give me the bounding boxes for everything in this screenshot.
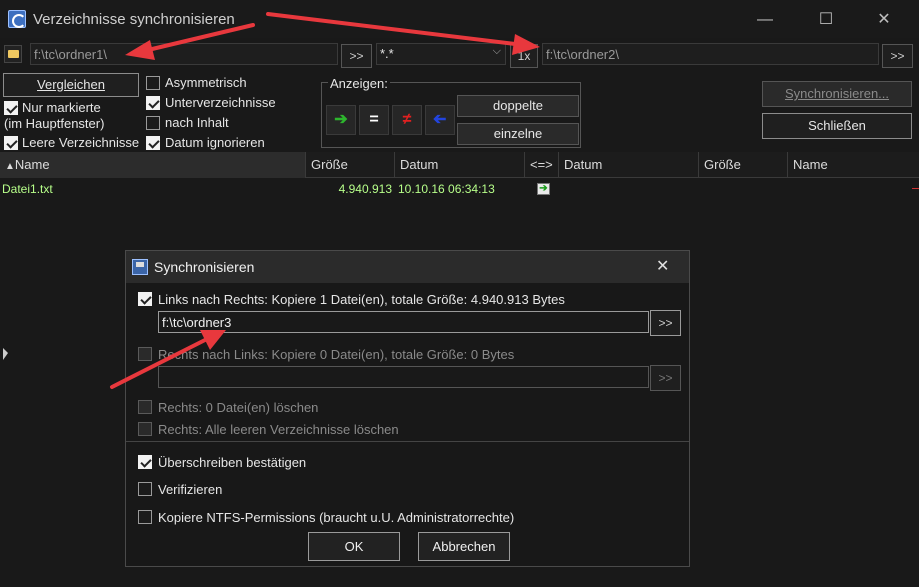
col-size-right[interactable]: Größe xyxy=(699,152,788,178)
show-right-newer-button[interactable]: ➔ xyxy=(425,105,455,135)
close-window-button[interactable]: ✕ xyxy=(861,6,907,34)
title-bar: Verzeichnisse synchronisieren — ☐ ✕ xyxy=(0,0,919,38)
not-equal-icon: ≠ xyxy=(402,111,412,128)
mouse-cursor-icon xyxy=(3,348,8,360)
only-marked-sublabel: (im Hauptfenster) xyxy=(4,116,105,131)
rtl-checkbox[interactable] xyxy=(138,347,152,361)
subdirs-checkbox[interactable] xyxy=(146,96,160,110)
delete-empty-right-checkbox[interactable] xyxy=(138,422,152,436)
by-content-checkbox[interactable] xyxy=(146,116,160,130)
show-unequal-button[interactable]: ≠ xyxy=(392,105,422,135)
table-row[interactable]: Datei1.txt 4.940.913 10.10.16 06:34:13 ➔ xyxy=(0,180,919,198)
empty-dirs-checkbox[interactable] xyxy=(4,136,18,150)
synchronize-button-label: Synchronisieren... xyxy=(784,86,890,101)
synchronize-button[interactable]: Synchronisieren... xyxy=(762,81,912,107)
window-title: Verzeichnisse synchronisieren xyxy=(33,11,235,28)
col-size-left[interactable]: Größe xyxy=(306,152,395,178)
filter-select[interactable]: *.* ⌵ xyxy=(376,43,506,65)
ltr-label: Links nach Rechts: Kopiere 1 Datei(en), … xyxy=(158,292,565,307)
ltr-checkbox[interactable] xyxy=(138,292,152,306)
floppy-disk-icon xyxy=(132,259,148,275)
only-marked-checkbox[interactable] xyxy=(4,101,18,115)
col-name-left[interactable]: ▲Name xyxy=(0,152,306,178)
sync-dialog: Synchronisieren ✕ Links nach Rechts: Kop… xyxy=(125,250,690,567)
rtl-label: Rechts nach Links: Kopiere 0 Datei(en), … xyxy=(158,347,515,362)
one-x-button[interactable]: 1x xyxy=(510,44,538,68)
singles-button[interactable]: einzelne xyxy=(457,123,579,145)
ignore-date-checkbox[interactable] xyxy=(146,136,160,150)
compare-button[interactable]: Vergleichen xyxy=(3,73,139,97)
show-group-label: Anzeigen: xyxy=(328,76,390,91)
col-name-left-label: Name xyxy=(14,157,50,172)
arrow-right-icon: ➔ xyxy=(334,111,348,128)
left-browse-button[interactable]: >> xyxy=(341,44,372,68)
asymmetric-label: Asymmetrisch xyxy=(165,75,247,90)
chevron-down-icon: ⌵ xyxy=(492,45,501,57)
dialog-title-bar: Synchronisieren ✕ xyxy=(126,251,689,283)
minimize-button[interactable]: — xyxy=(742,6,788,34)
app-icon xyxy=(8,10,26,28)
cancel-button[interactable]: Abbrechen xyxy=(418,532,510,561)
arrow-left-icon: ➔ xyxy=(433,111,447,128)
ltr-target-input[interactable] xyxy=(158,311,649,333)
asymmetric-checkbox[interactable] xyxy=(146,76,160,90)
ok-button[interactable]: OK xyxy=(308,532,400,561)
copy-ntfs-checkbox[interactable] xyxy=(138,510,152,524)
left-path-input[interactable] xyxy=(30,43,338,65)
empty-dirs-label: Leere Verzeichnisse xyxy=(22,135,140,150)
row-name-left: Datei1.txt xyxy=(2,182,53,196)
compare-button-label: Vergleichen xyxy=(37,77,105,92)
dialog-title: Synchronisieren xyxy=(154,259,255,275)
dialog-close-button[interactable]: ✕ xyxy=(656,256,669,276)
close-button[interactable]: Schließen xyxy=(762,113,912,139)
rtl-target-input[interactable] xyxy=(158,366,649,388)
show-equal-button[interactable]: = xyxy=(359,105,389,135)
dialog-divider xyxy=(126,441,689,442)
show-left-newer-button[interactable]: ➔ xyxy=(326,105,356,135)
delete-right-checkbox[interactable] xyxy=(138,400,152,414)
only-marked-label: Nur markierte xyxy=(22,100,101,115)
by-content-label: nach Inhalt xyxy=(165,115,229,130)
delete-right-label: Rechts: 0 Datei(en) löschen xyxy=(158,400,319,415)
right-browse-button[interactable]: >> xyxy=(882,44,913,68)
col-name-right[interactable]: Name xyxy=(788,152,919,178)
row-marker xyxy=(912,188,919,189)
ignore-date-label: Datum ignorieren xyxy=(165,135,265,150)
verify-label: Verifizieren xyxy=(158,482,223,497)
maximize-button[interactable]: ☐ xyxy=(803,6,849,34)
confirm-overwrite-checkbox[interactable] xyxy=(138,455,152,469)
row-size-left: 4.940.913 xyxy=(338,182,392,196)
verify-checkbox[interactable] xyxy=(138,482,152,496)
confirm-overwrite-label: Überschreiben bestätigen xyxy=(158,455,307,470)
arrow-right-icon: ➔ xyxy=(537,183,550,195)
delete-empty-right-label: Rechts: Alle leeren Verzeichnisse lösche… xyxy=(158,422,399,437)
filter-value: *.* xyxy=(380,46,394,61)
ltr-browse-button[interactable]: >> xyxy=(650,310,681,336)
col-date-left[interactable]: Datum xyxy=(395,152,525,178)
subdirs-label: Unterverzeichnisse xyxy=(165,95,276,110)
equal-icon: = xyxy=(369,111,379,128)
rtl-browse-button[interactable]: >> xyxy=(650,365,681,391)
copy-ntfs-label: Kopiere NTFS-Permissions (braucht u.U. A… xyxy=(158,510,515,525)
right-path-input[interactable] xyxy=(542,43,879,65)
row-date-left: 10.10.16 06:34:13 xyxy=(398,182,495,196)
col-date-right[interactable]: Datum xyxy=(559,152,699,178)
duplicates-button[interactable]: doppelte xyxy=(457,95,579,117)
sort-up-icon: ▲ xyxy=(5,161,15,172)
folder-icon[interactable] xyxy=(4,45,22,63)
col-direction[interactable]: <=> xyxy=(525,152,559,178)
